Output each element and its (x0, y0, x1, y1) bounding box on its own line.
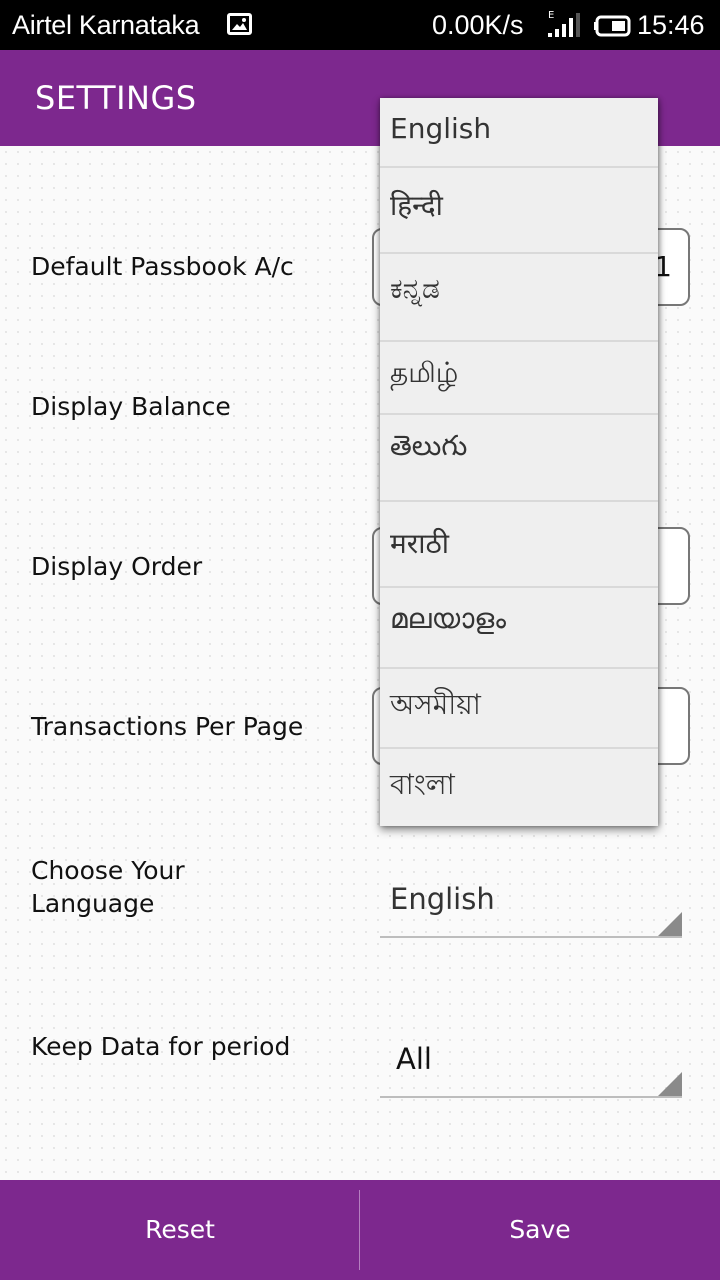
carrier-name: Airtel Karnataka (12, 10, 200, 40)
language-option[interactable]: தமிழ் (380, 342, 658, 415)
language-label-line2: Language (31, 889, 155, 918)
language-dropdown: English हिन्दी ಕನ್ನಡ தமிழ் తెలుగు मराठी … (380, 98, 658, 826)
network-type: E (548, 10, 554, 21)
language-option[interactable]: English (380, 98, 658, 168)
keep-data-spinner[interactable]: All (380, 1042, 682, 1098)
language-option[interactable]: తెలుగు (380, 415, 658, 502)
language-option[interactable]: हिन्दी (380, 168, 658, 254)
display-order-label: Display Order (31, 552, 203, 581)
keep-data-value: All (396, 1042, 432, 1076)
network-speed: 0.00K/s (432, 10, 524, 40)
language-option[interactable]: ಕನ್ನಡ (380, 254, 658, 342)
keep-data-label: Keep Data for period (31, 1032, 291, 1061)
bottom-action-bar: Reset Save (0, 1180, 720, 1280)
reset-button[interactable]: Reset (0, 1180, 360, 1280)
language-option[interactable]: मराठी (380, 502, 658, 588)
display-balance-label: Display Balance (31, 392, 231, 421)
clock: 15:46 (637, 10, 705, 40)
language-value: English (390, 882, 495, 916)
language-option[interactable]: অসমীয়া (380, 669, 658, 749)
language-spinner[interactable]: English (380, 882, 682, 938)
dropdown-triangle-icon (658, 1072, 682, 1096)
save-button[interactable]: Save (360, 1180, 720, 1280)
battery-icon (594, 15, 631, 37)
status-bar: Airtel Karnataka 0.00K/s E 15:46 (0, 0, 720, 50)
page-title: SETTINGS (35, 79, 197, 117)
image-notification-icon (227, 13, 252, 35)
transactions-per-page-label: Transactions Per Page (31, 712, 304, 741)
default-passbook-label: Default Passbook A/c (31, 252, 294, 281)
language-option[interactable]: বাংলা (380, 749, 658, 826)
language-option[interactable]: മലയാളം (380, 588, 658, 669)
signal-icon: E (548, 10, 580, 37)
dropdown-triangle-icon (658, 912, 682, 936)
language-label-line1: Choose Your (31, 856, 185, 885)
language-label: Choose Your Language (31, 854, 185, 920)
